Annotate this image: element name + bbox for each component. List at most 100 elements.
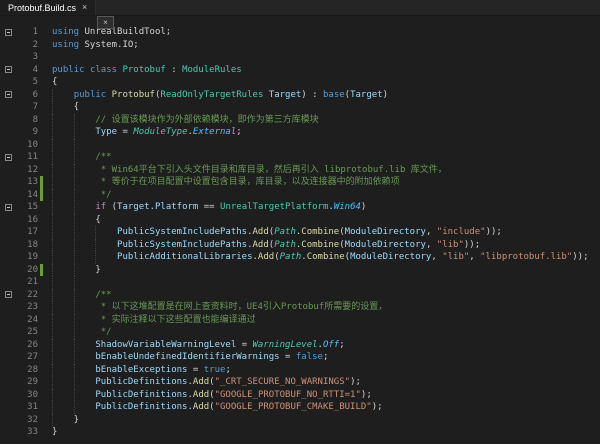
line-number[interactable]: 13 <box>17 176 38 189</box>
code-token: Target <box>117 202 150 212</box>
code-token: Add <box>192 389 210 400</box>
floating-close-button[interactable]: × <box>97 16 114 29</box>
line-number[interactable]: 18 <box>17 239 38 252</box>
code-line[interactable]: 25 */ <box>0 326 600 339</box>
line-number[interactable]: 1 <box>17 26 38 39</box>
fold-collapse-icon[interactable] <box>5 291 12 299</box>
line-number[interactable]: 27 <box>17 351 38 364</box>
code-line[interactable]: 1 using UnrealBuildTool; <box>0 26 600 39</box>
line-number[interactable]: 4 <box>17 64 38 77</box>
code-line-content <box>46 51 600 64</box>
code-line[interactable]: 27 bEnableUndefinedIdentifierWarnings = … <box>0 351 600 364</box>
git-gutter <box>38 289 46 302</box>
line-number[interactable]: 25 <box>17 326 38 339</box>
code-line[interactable]: 14 */ <box>0 188 600 202</box>
fold-collapse-icon[interactable] <box>5 28 12 36</box>
line-number[interactable]: 10 <box>17 139 38 152</box>
line-number[interactable]: 9 <box>17 126 38 139</box>
code-token: { <box>52 214 101 225</box>
code-line-content: // 设置该模块作为外部依赖模块，即作为第三方库模块 <box>46 113 600 126</box>
fold-collapse-icon[interactable] <box>5 66 12 74</box>
code-token: ( <box>106 202 118 212</box>
line-number[interactable]: 23 <box>17 301 38 314</box>
code-line[interactable]: 11 /** <box>0 151 600 164</box>
fold-gutter <box>0 364 17 377</box>
line-number[interactable]: 14 <box>17 189 38 202</box>
code-line[interactable]: 9 Type = ModuleType.External; <box>0 126 600 139</box>
line-number[interactable]: 19 <box>17 251 38 264</box>
code-line[interactable]: 31 PublicDefinitions.Add("GOOGLE_PROTOBU… <box>0 401 600 414</box>
code-line[interactable]: 30 PublicDefinitions.Add("GOOGLE_PROTOBU… <box>0 388 600 402</box>
code-token: base <box>322 89 345 100</box>
line-number[interactable]: 33 <box>17 426 38 439</box>
line-number[interactable]: 8 <box>17 114 38 127</box>
code-line[interactable]: 23 * 以下这堆配置是在网上查资料时，UE4引入Protobuf所需要的设置， <box>0 301 600 314</box>
line-number[interactable]: 30 <box>17 389 38 402</box>
code-line[interactable]: 13 * 等价于在项目配置中设置包含目录，库目录，以及连接器中的附加依赖项 <box>0 176 600 189</box>
code-token: ModuleRules <box>182 64 242 75</box>
code-line[interactable]: 12 * Win64平台下引入头文件目录和库目录，然后再引入 libprotob… <box>0 163 600 177</box>
code-line[interactable]: 6 public Protobuf(ReadOnlyTargetRules Ta… <box>0 88 600 102</box>
line-number[interactable]: 17 <box>17 226 38 239</box>
code-line[interactable]: 16 { <box>0 213 600 227</box>
code-line[interactable]: 22 /** <box>0 288 600 302</box>
fold-gutter <box>0 264 17 277</box>
code-line[interactable]: 2 using System.IO; <box>0 39 600 52</box>
line-number[interactable]: 26 <box>17 339 38 352</box>
line-number[interactable]: 20 <box>17 264 38 277</box>
code-line[interactable]: 24 * 实际注释以下这些配置也能编译通过 <box>0 313 600 327</box>
code-line[interactable]: 4 public class Protobuf : ModuleRules <box>0 64 600 77</box>
code-line[interactable]: 21 <box>0 276 600 289</box>
code-token: PublicDefinitions <box>95 402 188 412</box>
code-line-content: public Protobuf(ReadOnlyTargetRules Targ… <box>46 88 600 101</box>
code-line-content <box>46 138 600 151</box>
line-number[interactable]: 28 <box>17 364 38 377</box>
code-token: Combine <box>301 239 340 250</box>
code-token: /** <box>52 289 112 300</box>
line-number[interactable]: 3 <box>17 51 38 64</box>
code-line[interactable]: 19 PublicAdditionalLibraries.Add(Path.Co… <box>0 251 600 264</box>
tab-bar: Protobuf.Build.cs × <box>0 0 600 16</box>
code-token: Off <box>322 339 340 350</box>
line-number[interactable]: 29 <box>17 376 38 389</box>
editor[interactable]: 1 using UnrealBuildTool; 2 using System.IO;… <box>0 16 600 444</box>
git-gutter <box>38 339 46 352</box>
line-number[interactable]: 16 <box>17 214 38 227</box>
code-line[interactable]: 3 <box>0 51 600 64</box>
line-number[interactable]: 2 <box>17 39 38 52</box>
code-line[interactable]: 8 // 设置该模块作为外部依赖模块，即作为第三方库模块 <box>0 113 600 127</box>
line-number[interactable]: 31 <box>17 401 38 414</box>
code-token: ; <box>225 364 231 375</box>
line-number[interactable]: 7 <box>17 101 38 114</box>
code-line[interactable]: 10 <box>0 138 600 152</box>
code-line[interactable]: 15 if (Target. Platform == UnrealTargetPl… <box>0 201 600 214</box>
code-area: 1 using UnrealBuildTool; 2 using System.IO;… <box>0 26 600 439</box>
line-number[interactable]: 24 <box>17 314 38 327</box>
fold-collapse-icon[interactable] <box>5 91 12 99</box>
line-number[interactable]: 22 <box>17 289 38 302</box>
line-number[interactable]: 6 <box>17 89 38 102</box>
code-line[interactable]: 5{ <box>0 76 600 89</box>
line-number[interactable]: 12 <box>17 164 38 177</box>
git-gutter <box>38 364 46 377</box>
line-number[interactable]: 11 <box>17 151 38 164</box>
line-number[interactable]: 21 <box>17 276 38 289</box>
fold-collapse-icon[interactable] <box>5 203 12 211</box>
code-line[interactable]: 17 PublicSystemIncludePaths.Add(Path.Com… <box>0 226 600 239</box>
code-line[interactable]: 29 PublicDefinitions.Add("_CRT_SECURE_NO… <box>0 376 600 389</box>
code-line[interactable]: 33} <box>0 426 600 439</box>
code-line[interactable]: 28 bEnableExceptions = true; <box>0 363 600 377</box>
code-token: Protobuf <box>111 89 155 100</box>
line-number[interactable]: 15 <box>17 201 38 214</box>
tab-protobuf-build-cs[interactable]: Protobuf.Build.cs × <box>0 0 97 15</box>
code-line[interactable]: 18 PublicSystemIncludePaths.Add(Path.Com… <box>0 238 600 252</box>
code-line[interactable]: 20 } <box>0 263 600 277</box>
code-line[interactable]: 7 { <box>0 101 600 114</box>
tab-close-icon[interactable]: × <box>82 3 87 12</box>
code-line[interactable]: 32 } <box>0 413 600 427</box>
line-number[interactable]: 32 <box>17 414 38 427</box>
fold-collapse-icon[interactable] <box>5 153 12 161</box>
line-number[interactable]: 5 <box>17 76 38 89</box>
code-line[interactable]: 26 ShadowVariableWarningLevel = WarningL… <box>0 338 600 352</box>
code-token: */ <box>52 327 112 337</box>
